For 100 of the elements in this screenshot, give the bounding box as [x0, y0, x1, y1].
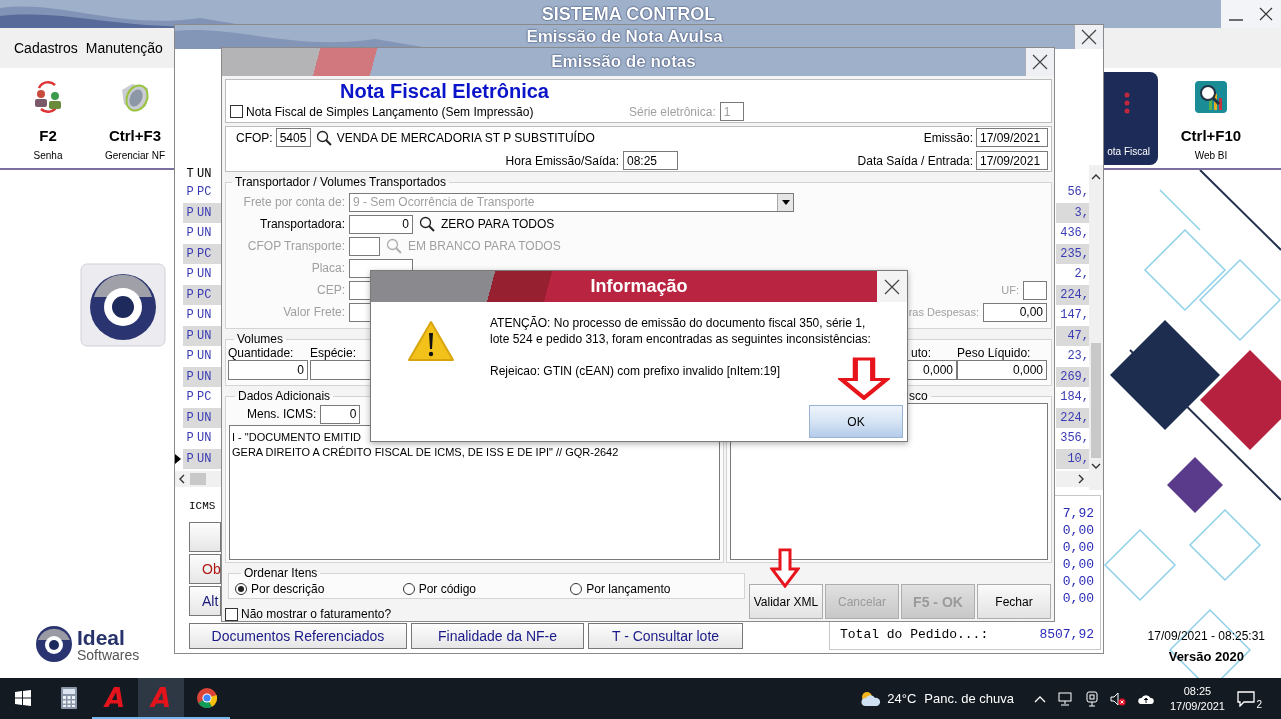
table-cell-text: UN [197, 307, 213, 325]
form-button[interactable]: Validar XML [749, 584, 823, 619]
lookup-hint: ZERO PARA TODOS [441, 217, 555, 231]
table-cell-text: P [185, 348, 195, 366]
field-label: Valor Frete: [282, 305, 345, 319]
total-value: 7,92 [1062, 505, 1094, 522]
windows-icon [15, 689, 31, 706]
input-field[interactable]: 0,000 [957, 360, 1047, 380]
table-cell-text: P [185, 307, 195, 325]
search-icon[interactable] [315, 129, 332, 146]
lookup-hint: EM BRANCO PARA TODOS [408, 239, 561, 253]
checkbox[interactable] [230, 105, 243, 118]
chevron-right-icon[interactable] [1077, 474, 1085, 484]
column-header[interactable]: UN [197, 165, 221, 182]
table-cell: UN [197, 325, 221, 346]
toolbar-button[interactable]: Ctrl+F3 Gerenciar NF [96, 68, 174, 168]
cloud-upload-icon[interactable] [1137, 692, 1154, 705]
toolbar-button[interactable]: F2 Senha [0, 68, 96, 168]
field-label: Frete por conta de: [242, 195, 345, 209]
warning-icon [406, 320, 455, 362]
radio-button[interactable] [402, 583, 415, 595]
input-field[interactable]: 0 [228, 360, 308, 380]
notifications-button[interactable]: 2 [1237, 686, 1261, 711]
table-cell: P [183, 407, 197, 428]
clock-date: 17/09/2021 [1169, 698, 1225, 714]
temperature: 24°C [887, 691, 917, 706]
cfop-description: VENDA DE MERCADORIA ST P SUBSTITUÍDO [336, 130, 595, 145]
table-cell: P [183, 448, 197, 469]
input-field[interactable]: 0 [320, 404, 361, 424]
field-label: Quantidade: [228, 346, 295, 360]
table-cell: P [183, 366, 197, 387]
close-button[interactable] [1025, 48, 1054, 76]
input-field[interactable]: 5405 [275, 128, 311, 147]
ok-button[interactable]: OK [809, 405, 903, 438]
group-title: Dados Adicionais [237, 389, 332, 403]
radio-button[interactable] [235, 583, 247, 595]
side-button[interactable]: Ob [189, 554, 221, 584]
table-cell: 23, [1067, 349, 1089, 364]
table-cell: 356, [1060, 431, 1089, 446]
input-field[interactable]: 08:25 [623, 151, 678, 170]
text-area[interactable]: I - "DOCUMENTO EMITID GERA DIREITO A CRÉDITO FISCAL DE ICMS, DE ISS E DE IPI" // GQR-2642 [229, 425, 720, 560]
form-button[interactable]: Fechar [977, 584, 1051, 619]
table-cell-text: P [185, 266, 195, 284]
input-field[interactable]: 17/09/2021 [976, 151, 1048, 170]
search-icon[interactable] [419, 216, 435, 232]
action-button[interactable]: T - Consultar lote [588, 623, 743, 649]
scrollbar[interactable] [1089, 165, 1103, 490]
device-icon[interactable] [1085, 690, 1098, 707]
close-button[interactable] [877, 271, 907, 302]
dialog-title: Informação [590, 276, 688, 297]
clock[interactable]: 08:25 17/09/2021 [1169, 683, 1225, 714]
scrollbar[interactable] [175, 471, 221, 487]
chevron-left-icon[interactable] [178, 474, 186, 484]
column-header[interactable]: T [183, 165, 197, 182]
side-button[interactable] [189, 522, 221, 552]
table-cell: P [183, 284, 197, 305]
field-label: UF: [1001, 284, 1019, 296]
field-label: Série eletrônica: [629, 104, 716, 119]
speaker-muted-icon[interactable] [1109, 691, 1126, 706]
total-value: 0,00 [1062, 573, 1094, 590]
field-label: Emissão: [923, 130, 973, 145]
table-cell: 56, [1067, 185, 1089, 200]
radio-label: Por descrição [251, 582, 325, 596]
chevron-up-icon[interactable] [1091, 173, 1101, 181]
table-cell: 224, [1060, 287, 1089, 302]
checkbox-label: Nota Fiscal de Simples Lançamento (Sem Impressão) [246, 104, 534, 119]
field-label: CFOP Transporte: [246, 239, 345, 253]
dots-icon [1124, 92, 1130, 114]
icms-label: ICMS [189, 500, 217, 514]
input-field[interactable]: 0 [349, 214, 413, 234]
toolbar-button[interactable]: Ctrl+F10 Web BI [1161, 68, 1261, 168]
input-field[interactable]: 17/09/2021 [976, 128, 1048, 147]
side-button[interactable]: Alt [189, 586, 221, 616]
field-label: Espécie: [310, 346, 358, 360]
close-button[interactable] [1251, 0, 1281, 28]
network-icon[interactable] [1057, 691, 1074, 706]
table-cell-text: PC [197, 389, 213, 407]
calculator-icon [61, 686, 77, 709]
action-button[interactable]: Finalidade da NF-e [411, 623, 584, 649]
weather-text: Panc. de chuva [924, 691, 1014, 706]
table-cell-text: P [185, 389, 195, 407]
radio-button[interactable] [570, 583, 583, 595]
table-cell: 147, [1060, 308, 1089, 323]
field-label: Placa: [310, 261, 345, 275]
total-value: 0,00 [1062, 590, 1094, 607]
close-button[interactable] [1074, 25, 1103, 49]
checkbox[interactable] [225, 607, 238, 621]
input-field[interactable] [1023, 280, 1047, 300]
chevron-down-icon[interactable] [1091, 462, 1101, 470]
table-cell: PC [197, 243, 221, 264]
table-cell: P [183, 202, 197, 223]
action-button[interactable]: Documentos Referenciados [189, 623, 407, 649]
table-cell: UN [197, 366, 221, 387]
menu-item[interactable]: Cadastros [14, 40, 78, 56]
toolbar-button[interactable]: ota Fiscal [1104, 72, 1158, 165]
menu-item[interactable]: Manutenção [85, 40, 163, 56]
minimize-button[interactable] [1221, 0, 1251, 28]
close-icon [1258, 6, 1274, 22]
field-label: CFOP: [236, 130, 273, 145]
brand-name: Ideal [77, 626, 126, 648]
